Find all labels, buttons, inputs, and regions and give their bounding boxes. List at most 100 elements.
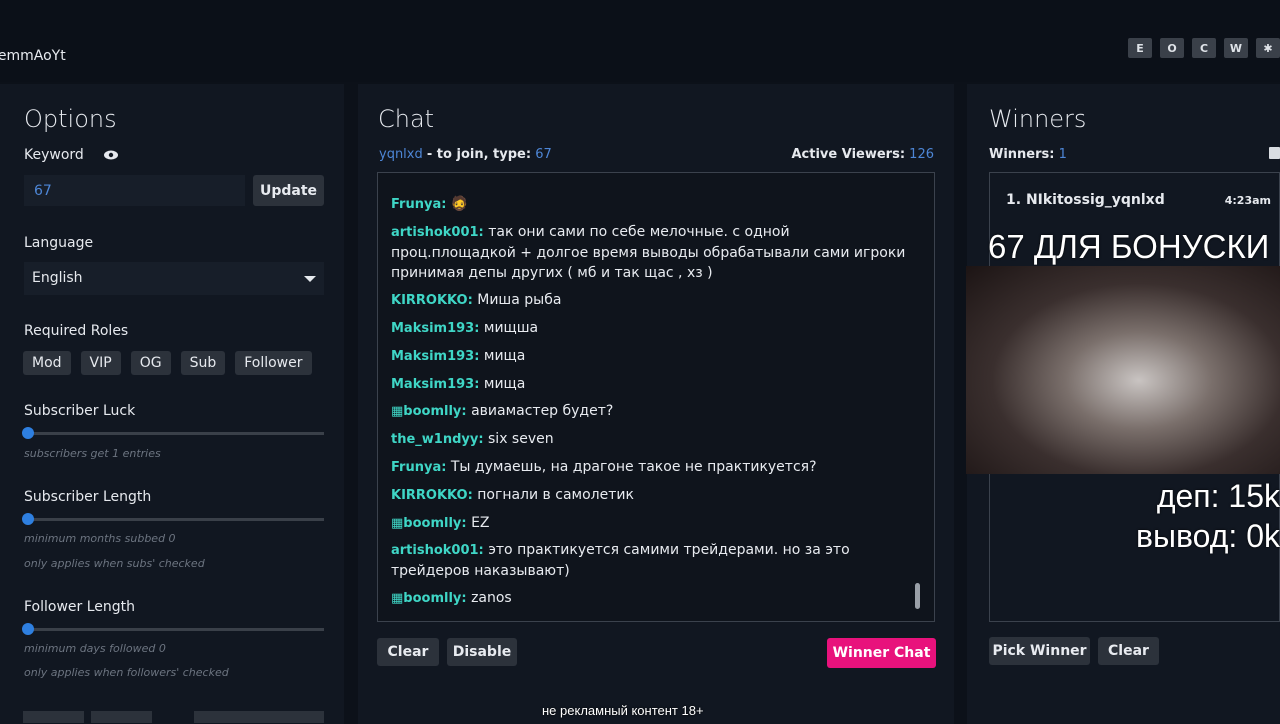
chat-author[interactable]: KIRROKKO: — [391, 293, 473, 308]
chat-author[interactable]: Maksim193: — [391, 377, 479, 392]
subscriber-luck-slider[interactable] — [22, 427, 324, 439]
chat-author[interactable]: boomlly: — [403, 516, 466, 531]
winner-rank: 1. — [1006, 192, 1022, 208]
role-follower-button[interactable]: Follower — [235, 351, 312, 375]
withdraw-overlay-text: вывод: 0k — [1136, 518, 1280, 554]
chat-author[interactable]: the_w1ndyy: — [391, 432, 484, 447]
subscriber-length-slider[interactable] — [22, 513, 324, 525]
join-text: - to join, type: — [426, 147, 532, 162]
chat-text: мища — [483, 348, 526, 364]
chevron-down-icon — [304, 276, 316, 282]
chat-author[interactable]: boomlly: — [403, 404, 466, 419]
update-button[interactable]: Update — [253, 175, 324, 206]
chat-author[interactable]: Maksim193: — [391, 321, 479, 336]
follower-length-note: minimum days followed 0 — [24, 642, 166, 655]
top-button-e[interactable]: E — [1128, 38, 1152, 58]
role-sub-button[interactable]: Sub — [180, 351, 226, 375]
slider-knob[interactable] — [22, 623, 34, 635]
pick-winner-button[interactable]: Pick Winner — [989, 637, 1090, 665]
chat-message: Maksim193: мища — [391, 346, 911, 367]
chat-clear-button[interactable]: Clear — [377, 638, 439, 666]
join-keyword: 67 — [535, 147, 552, 162]
eye-icon[interactable] — [103, 149, 119, 161]
clipboard-icon[interactable] — [1269, 147, 1280, 159]
chat-message: Frunya: Ты думаешь, на драгоне такое не … — [391, 457, 911, 478]
winners-clear-button[interactable]: Clear — [1098, 637, 1159, 665]
chat-author[interactable]: KIRROKKO: — [391, 488, 473, 503]
chat-log[interactable]: Frunya: 🧔 artishok001: так они сами по с… — [377, 172, 935, 622]
top-bar: iemmAoYt E O C W ✱ — [0, 0, 1280, 82]
chat-text: Ты думаешь, на драгоне такое не практику… — [450, 459, 817, 475]
chat-text: погнали в самолетик — [477, 487, 634, 503]
follower-length-slider[interactable] — [22, 623, 324, 635]
role-vip-button[interactable]: VIP — [80, 351, 121, 375]
chat-author[interactable]: artishok001: — [391, 543, 484, 558]
subscriber-length-note: minimum months subbed 0 — [24, 532, 176, 545]
chat-message: artishok001: это практикуется самими тре… — [391, 540, 911, 581]
chat-author[interactable]: Frunya: — [391, 460, 446, 475]
chat-message: KIRROKKO: погнали в самолетик — [391, 485, 911, 506]
chat-message: ▦boomlly: EZ — [391, 513, 911, 534]
keyword-input[interactable]: 67 — [24, 175, 245, 206]
chat-text: zanos — [471, 590, 512, 606]
winner-item[interactable]: 1. NIkitossig_yqnlxd — [1006, 192, 1165, 208]
winners-count-value: 1 — [1058, 147, 1067, 162]
top-button-w[interactable]: W — [1224, 38, 1248, 58]
chat-title: Chat — [378, 105, 435, 133]
chat-text: авиамастер будет? — [471, 403, 614, 419]
subscriber-luck-note: subscribers get 1 entries — [24, 447, 161, 460]
bottom-button-2[interactable] — [91, 711, 152, 723]
active-viewers-label: Active Viewers: — [791, 147, 906, 162]
role-og-button[interactable]: OG — [130, 351, 171, 375]
webcam-feed — [966, 266, 1280, 474]
slider-knob[interactable] — [22, 513, 34, 525]
chat-text: six seven — [488, 431, 554, 447]
roles-group: Mod VIP OG Sub Follower — [23, 351, 312, 375]
settings-star-button[interactable]: ✱ — [1256, 38, 1280, 58]
roles-label: Required Roles — [24, 323, 129, 339]
badge-icon: ▦ — [391, 404, 404, 419]
language-select[interactable]: English — [24, 262, 324, 295]
language-value: English — [32, 270, 83, 286]
channel-username: iemmAoYt — [0, 48, 66, 64]
winner-time: 4:23am — [1224, 194, 1271, 207]
chat-message: artishok001: так они сами по себе мелочн… — [391, 222, 911, 283]
subscriber-luck-label: Subscriber Luck — [24, 403, 136, 419]
bottom-button-3[interactable] — [194, 711, 324, 723]
join-user: yqnlxd — [379, 147, 423, 162]
badge-icon: ▦ — [391, 516, 404, 531]
chat-message: Maksim193: мища — [391, 374, 911, 395]
chat-disable-button[interactable]: Disable — [447, 638, 517, 666]
chat-text: 🧔 — [450, 196, 469, 212]
chat-author[interactable]: Maksim193: — [391, 349, 479, 364]
role-mod-button[interactable]: Mod — [23, 351, 71, 375]
chat-author[interactable]: Frunya: — [391, 197, 446, 212]
active-viewers: Active Viewers: 126 — [791, 147, 934, 162]
deposit-overlay-text: деп: 15k — [1156, 478, 1280, 514]
follower-length-hint: only applies when followers' checked — [24, 666, 229, 679]
winner-chat-button[interactable]: Winner Chat — [827, 638, 936, 668]
chat-author[interactable]: artishok001: — [391, 225, 484, 240]
badge-icon: ▦ — [391, 591, 404, 606]
subscriber-length-label: Subscriber Length — [24, 489, 152, 505]
chat-message: the_w1ndyy: six seven — [391, 429, 911, 450]
chat-author[interactable]: boomlly: — [403, 591, 466, 606]
options-title: Options — [24, 105, 117, 133]
active-viewers-count: 126 — [909, 147, 934, 162]
age-caption: не рекламный контент 18+ — [542, 703, 704, 718]
top-button-o[interactable]: O — [1160, 38, 1184, 58]
bottom-button-1[interactable] — [23, 711, 84, 723]
chat-message: Frunya: 🧔 — [391, 194, 911, 215]
chat-message: KIRROKKO: Миша рыба — [391, 290, 911, 311]
top-button-c[interactable]: C — [1192, 38, 1216, 58]
winner-name: NIkitossig_yqnlxd — [1025, 192, 1165, 208]
chat-text: EZ — [471, 515, 490, 531]
slider-knob[interactable] — [22, 427, 34, 439]
chat-scrollbar[interactable] — [915, 583, 920, 609]
chat-message: ▦boomlly: zanos — [391, 588, 911, 609]
winners-title: Winners — [989, 105, 1087, 133]
language-label: Language — [24, 235, 94, 251]
chat-text: Миша рыба — [477, 292, 562, 308]
chat-message: ▦boomlly: авиамастер будет? — [391, 401, 911, 422]
chat-message: Maksim193: мищша — [391, 318, 911, 339]
